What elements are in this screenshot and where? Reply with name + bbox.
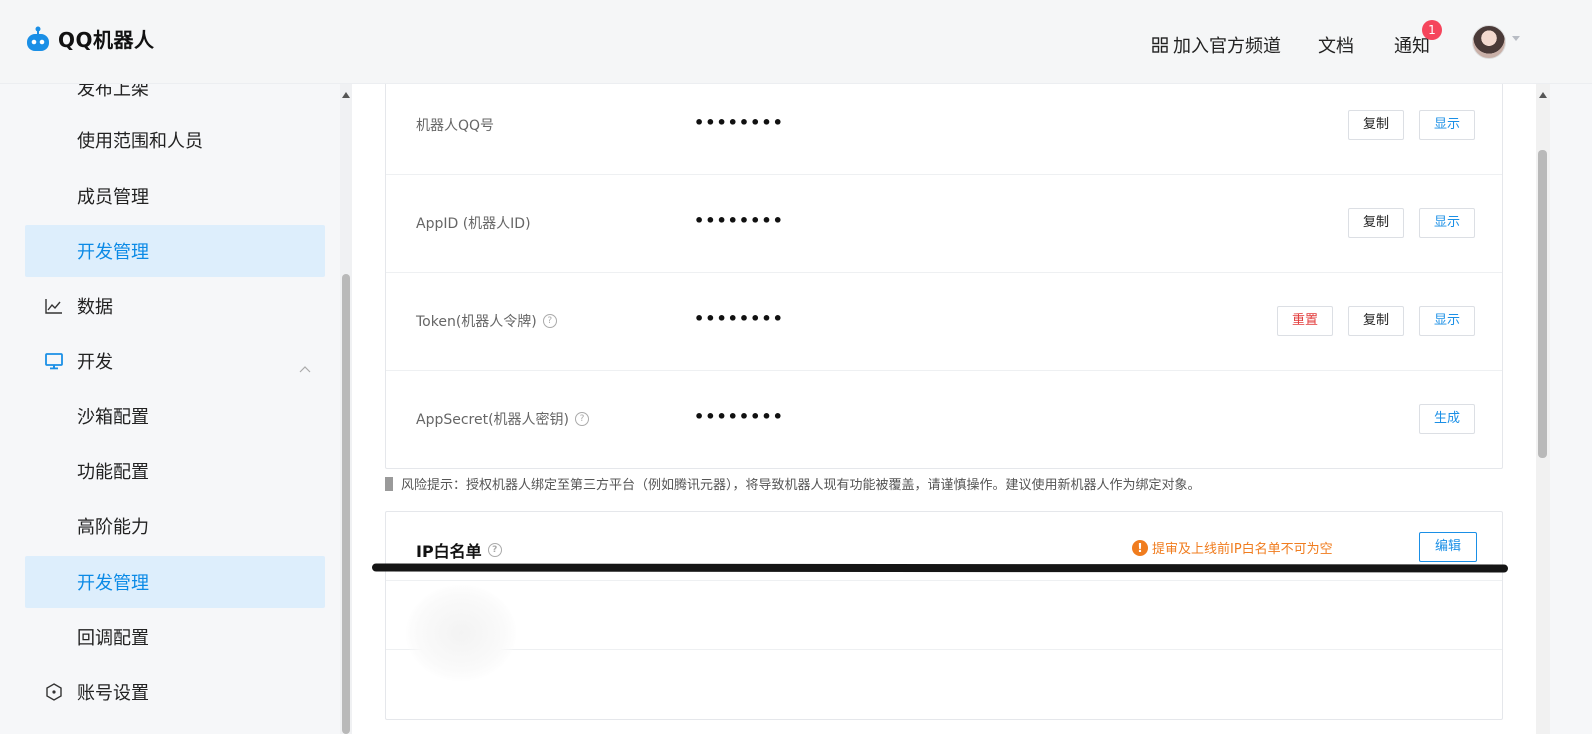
sidebar-scrollbar[interactable] — [340, 84, 352, 734]
sidebar-item-members[interactable]: 成员管理 — [25, 170, 325, 222]
chevron-up-icon[interactable] — [299, 357, 311, 378]
ip-whitelist-warning: ! 提审及上线前IP白名单不可为空 — [1132, 538, 1333, 557]
main-scroll-thumb[interactable] — [1538, 150, 1547, 458]
monitor-icon — [45, 353, 63, 370]
sidebar-item-label: 功能配置 — [77, 462, 149, 483]
credential-row: AppSecret(机器人密钥) ? •••••••• 生成 — [386, 371, 1502, 469]
sidebar-item-callback[interactable]: 回调配置 — [25, 611, 325, 663]
credential-label: 机器人QQ号 — [416, 118, 495, 134]
credential-row: AppID (机器人ID) •••••••• 复制 显示 — [386, 175, 1502, 273]
right-gutter — [1550, 84, 1592, 734]
sidebar-item-label: 发布上架 — [77, 84, 149, 100]
ip-whitelist-title: IP白名单 ? — [416, 538, 502, 562]
sidebar-item-publish[interactable]: 发布上架 — [25, 84, 325, 114]
help-icon[interactable]: ? — [487, 543, 502, 557]
credential-value: •••••••• — [694, 113, 784, 132]
sidebar-item-label: 成员管理 — [77, 187, 149, 208]
credential-value: •••••••• — [694, 309, 784, 328]
copy-button[interactable]: 复制 — [1348, 110, 1405, 140]
generate-button[interactable]: 生成 — [1419, 404, 1476, 434]
sidebar: 发布上架 使用范围和人员 成员管理 开发管理 数据 开发 沙箱配置 功能配置 高… — [0, 84, 340, 734]
sidebar-item-label: 数据 — [77, 297, 113, 318]
credential-row: Token(机器人令牌) ? •••••••• 重置 复制 显示 — [386, 273, 1502, 371]
app-name: QQ机器人 — [58, 28, 155, 52]
warning-icon: ! — [1132, 539, 1148, 556]
show-button[interactable]: 显示 — [1419, 208, 1476, 238]
annotation-stroke — [371, 563, 1509, 573]
sidebar-item-sandbox[interactable]: 沙箱配置 — [25, 390, 325, 442]
notice-bar — [385, 476, 393, 491]
risk-notice-text: 风险提示：授权机器人绑定至第三方平台（例如腾讯元器），将导致机器人现有功能被覆盖… — [401, 478, 1201, 493]
credential-label: Token(机器人令牌) ? — [416, 311, 557, 331]
ip-whitelist-card: IP白名单 ? ! 提审及上线前IP白名单不可为空 编辑 — [385, 511, 1503, 720]
avatar[interactable] — [1472, 25, 1506, 59]
credential-label: AppID (机器人ID) — [416, 216, 531, 232]
sidebar-item-label: 沙箱配置 — [77, 407, 149, 428]
show-button[interactable]: 显示 — [1419, 306, 1476, 336]
credential-label: AppSecret(机器人密钥) ? — [416, 409, 590, 429]
reset-button[interactable]: 重置 — [1277, 306, 1334, 336]
copy-button[interactable]: 复制 — [1348, 306, 1405, 336]
sidebar-item-label: 高阶能力 — [77, 517, 149, 538]
credentials-card: 机器人QQ号 •••••••• 复制 显示 AppID (机器人ID) ••••… — [385, 84, 1503, 469]
sidebar-item-scope[interactable]: 使用范围和人员 — [25, 114, 325, 166]
app-logo[interactable]: QQ机器人 — [24, 24, 155, 53]
sidebar-item-advanced[interactable]: 高阶能力 — [25, 500, 325, 552]
credential-value: •••••••• — [694, 211, 784, 230]
sidebar-item-dev-manage[interactable]: 开发管理 — [25, 225, 325, 277]
sidebar-item-label: 账号设置 — [77, 683, 149, 704]
risk-notice: 风险提示：授权机器人绑定至第三方平台（例如腾讯元器），将导致机器人现有功能被覆盖… — [385, 474, 1201, 493]
top-bar: QQ机器人 加入官方频道 文档 通知 1 — [0, 0, 1592, 84]
help-icon[interactable]: ? — [575, 412, 590, 426]
chart-line-icon — [45, 299, 62, 314]
edit-button[interactable]: 编辑 — [1419, 532, 1478, 562]
sidebar-scroll-thumb[interactable] — [342, 274, 350, 734]
hexagon-icon — [46, 683, 62, 701]
chevron-down-icon[interactable] — [1512, 36, 1520, 41]
help-icon[interactable]: ? — [542, 314, 557, 328]
ip-list-row — [386, 580, 1502, 681]
join-channel-label: 加入官方频道 — [1173, 36, 1281, 57]
docs-link[interactable]: 文档 — [1318, 32, 1354, 58]
show-button[interactable]: 显示 — [1419, 110, 1476, 140]
sidebar-item-dev-manage-2[interactable]: 开发管理 — [25, 556, 325, 608]
notice-badge: 1 — [1422, 20, 1442, 40]
sidebar-item-label: 开发管理 — [77, 573, 149, 594]
scroll-up-arrow-icon[interactable] — [342, 92, 350, 98]
main-panel: 机器人QQ号 •••••••• 复制 显示 AppID (机器人ID) ••••… — [352, 84, 1536, 734]
redacted-area — [406, 585, 516, 681]
sidebar-item-data[interactable]: 数据 — [25, 280, 325, 332]
sidebar-item-account[interactable]: 账号设置 — [25, 666, 325, 718]
sidebar-item-features[interactable]: 功能配置 — [25, 445, 325, 497]
scroll-up-arrow-icon[interactable] — [1539, 92, 1547, 98]
credential-row: 机器人QQ号 •••••••• 复制 显示 — [386, 84, 1502, 175]
sidebar-item-label: 开发 — [77, 352, 113, 373]
main-scrollbar[interactable] — [1536, 84, 1550, 734]
sidebar-group-dev[interactable]: 开发 — [25, 335, 325, 387]
credential-value: •••••••• — [694, 407, 784, 426]
copy-button[interactable]: 复制 — [1348, 208, 1405, 238]
sidebar-item-label: 使用范围和人员 — [77, 131, 203, 152]
robot-icon — [27, 26, 49, 51]
grid-icon — [1152, 37, 1168, 53]
join-channel-link[interactable]: 加入官方频道 — [1152, 32, 1281, 58]
sidebar-item-label: 开发管理 — [77, 242, 149, 263]
sidebar-item-label: 回调配置 — [77, 628, 149, 649]
